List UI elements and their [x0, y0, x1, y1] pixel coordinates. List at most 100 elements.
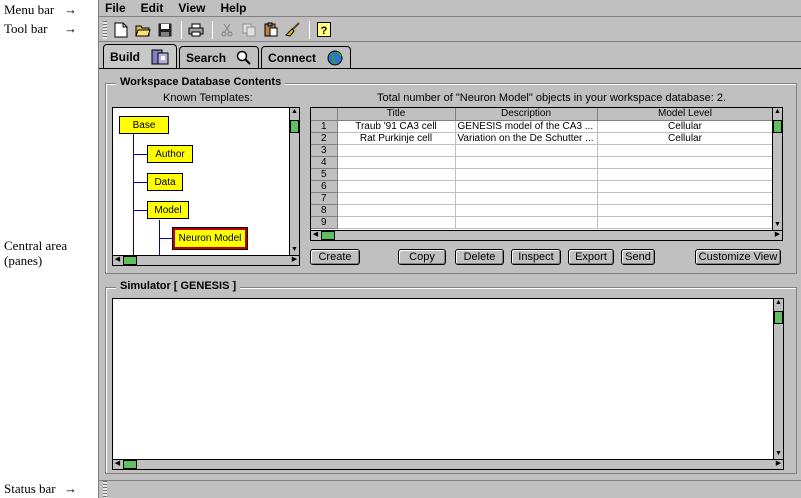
- cell-title[interactable]: [337, 168, 456, 181]
- toolbar-separator: [212, 20, 213, 39]
- open-folder-icon[interactable]: [133, 20, 153, 40]
- print-icon[interactable]: [186, 20, 206, 40]
- tree-connector: [159, 238, 173, 239]
- inspect-button[interactable]: Inspect: [511, 249, 561, 265]
- scroll-left-arrow-icon[interactable]: ◀: [311, 231, 320, 240]
- cell-description[interactable]: GENESIS model of the CA3 ...: [455, 120, 598, 133]
- scroll-thumb[interactable]: [123, 256, 137, 265]
- export-button[interactable]: Export: [568, 249, 614, 265]
- scroll-up-arrow-icon[interactable]: ▲: [773, 108, 782, 117]
- cell-model-level[interactable]: [597, 156, 774, 169]
- scroll-up-arrow-icon[interactable]: ▲: [774, 299, 783, 308]
- menu-view[interactable]: View: [178, 1, 205, 15]
- cell-model-level[interactable]: Cellular: [597, 120, 774, 133]
- table-horizontal-scrollbar[interactable]: ◀ ▶: [311, 230, 782, 240]
- scroll-right-arrow-icon[interactable]: ▶: [774, 460, 783, 469]
- cell-description[interactable]: [455, 156, 598, 169]
- cell-description[interactable]: [455, 144, 598, 157]
- copy-button[interactable]: Copy: [398, 249, 446, 265]
- create-button[interactable]: Create: [310, 249, 360, 265]
- simulator-vertical-scrollbar[interactable]: ▲ ▼: [773, 299, 783, 459]
- table-row[interactable]: 9: [311, 216, 774, 229]
- tree-node-neuron-model[interactable]: Neuron Model: [172, 227, 248, 250]
- cut-icon[interactable]: [217, 20, 237, 40]
- cell-description[interactable]: [455, 216, 598, 229]
- paste-icon[interactable]: [261, 20, 281, 40]
- table-row[interactable]: 2 Rat Purkinje cell Variation on the De Sc…: [311, 132, 774, 145]
- cell-model-level[interactable]: [597, 144, 774, 157]
- cell-description[interactable]: [455, 192, 598, 205]
- arrow-icon: →: [64, 2, 77, 17]
- send-button[interactable]: Send: [621, 249, 655, 265]
- customize-view-button[interactable]: Customize View: [695, 249, 781, 265]
- cell-title[interactable]: Traub '91 CA3 cell: [337, 120, 456, 133]
- cell-model-level[interactable]: [597, 204, 774, 217]
- broom-icon[interactable]: [283, 20, 303, 40]
- scroll-right-arrow-icon[interactable]: ▶: [773, 231, 782, 240]
- cell-model-level[interactable]: [597, 180, 774, 193]
- cell-description[interactable]: [455, 204, 598, 217]
- tree-horizontal-scrollbar[interactable]: ◀ ▶: [113, 255, 299, 265]
- table-row[interactable]: 6: [311, 180, 774, 193]
- scroll-down-arrow-icon[interactable]: ▼: [290, 246, 299, 255]
- tree-node-author[interactable]: Author: [147, 145, 193, 163]
- copy-icon[interactable]: [239, 20, 259, 40]
- scroll-thumb[interactable]: [321, 231, 335, 240]
- tab-connect[interactable]: Connect: [261, 46, 352, 69]
- table-row[interactable]: 5: [311, 168, 774, 181]
- menu-file[interactable]: File: [105, 1, 126, 15]
- tab-search[interactable]: Search: [179, 46, 260, 69]
- scroll-down-arrow-icon[interactable]: ▼: [773, 221, 782, 230]
- scroll-thumb[interactable]: [773, 120, 782, 133]
- cell-description[interactable]: [455, 168, 598, 181]
- cell-model-level[interactable]: [597, 192, 774, 205]
- tree-node-base[interactable]: Base: [119, 116, 169, 134]
- tree-node-model[interactable]: Model: [147, 201, 189, 219]
- cell-model-level[interactable]: Cellular: [597, 132, 774, 145]
- new-document-icon[interactable]: [111, 20, 131, 40]
- table-vertical-scrollbar[interactable]: ▲ ▼: [772, 108, 782, 230]
- cell-title[interactable]: [337, 180, 456, 193]
- workspace-group-title: Workspace Database Contents: [116, 76, 286, 88]
- template-tree[interactable]: Base Author Data Model Neuron Model ▲ ▼ …: [112, 107, 300, 266]
- cell-title[interactable]: Rat Purkinje cell: [337, 132, 456, 145]
- simulator-pane[interactable]: ▲ ▼ ◀ ▶: [112, 298, 784, 470]
- scroll-left-arrow-icon[interactable]: ◀: [113, 256, 122, 265]
- scroll-up-arrow-icon[interactable]: ▲: [290, 108, 299, 117]
- scroll-down-arrow-icon[interactable]: ▼: [774, 450, 783, 459]
- cell-title[interactable]: [337, 192, 456, 205]
- menu-edit[interactable]: Edit: [141, 1, 164, 15]
- statusbar-grip[interactable]: [103, 480, 107, 498]
- cell-description[interactable]: Variation on the De Schutter ...: [455, 132, 598, 145]
- cell-title[interactable]: [337, 204, 456, 217]
- scroll-left-arrow-icon[interactable]: ◀: [113, 460, 122, 469]
- toolbar-grip[interactable]: [103, 20, 107, 39]
- save-disk-icon[interactable]: [155, 20, 175, 40]
- cell-model-level[interactable]: [597, 216, 774, 229]
- scroll-thumb[interactable]: [290, 120, 299, 133]
- cell-description[interactable]: [455, 180, 598, 193]
- cell-title[interactable]: [337, 144, 456, 157]
- tree-vertical-scrollbar[interactable]: ▲ ▼: [289, 108, 299, 255]
- tree-node-data[interactable]: Data: [147, 173, 183, 191]
- table-row[interactable]: 8: [311, 204, 774, 217]
- objects-table[interactable]: Title Description Model Level 1 Traub '91…: [310, 107, 783, 241]
- cell-title[interactable]: [337, 216, 456, 229]
- scroll-right-arrow-icon[interactable]: ▶: [290, 256, 299, 265]
- cell-model-level[interactable]: [597, 168, 774, 181]
- table-row[interactable]: 4: [311, 156, 774, 169]
- menu-help[interactable]: Help: [220, 1, 246, 15]
- column-header-title[interactable]: Title: [337, 108, 456, 121]
- column-header-description[interactable]: Description: [455, 108, 598, 121]
- simulator-horizontal-scrollbar[interactable]: ◀ ▶: [113, 459, 783, 469]
- column-header-model-level[interactable]: Model Level: [597, 108, 774, 121]
- table-row[interactable]: 1 Traub '91 CA3 cell GENESIS model of the …: [311, 120, 774, 133]
- tab-build[interactable]: Build: [103, 44, 177, 69]
- delete-button[interactable]: Delete: [455, 249, 504, 265]
- table-row[interactable]: 7: [311, 192, 774, 205]
- cell-title[interactable]: [337, 156, 456, 169]
- scroll-thumb[interactable]: [774, 311, 783, 324]
- help-icon[interactable]: ?: [314, 20, 334, 40]
- scroll-thumb[interactable]: [123, 460, 137, 469]
- table-row[interactable]: 3: [311, 144, 774, 157]
